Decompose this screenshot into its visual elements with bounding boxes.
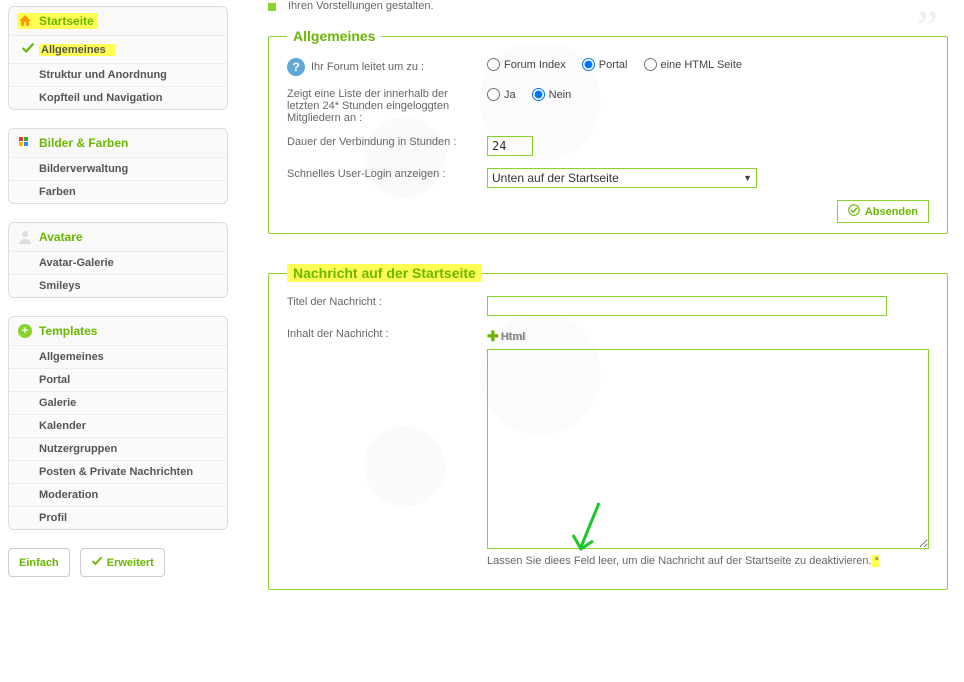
sidebar-section-title: Templates: [39, 324, 97, 338]
quicklogin-select[interactable]: Unten auf der Startseite ▼: [487, 168, 757, 188]
sidebar-item-label: Allgemeines: [39, 351, 104, 363]
panel-allgemeines: Allgemeines ? Ihr Forum leitet um zu : F…: [268, 28, 948, 234]
sidebar-section-title: Bilder & Farben: [39, 136, 128, 150]
sidebar-item-label: Moderation: [39, 489, 98, 501]
sidebar-item-tmpl-moderation[interactable]: Moderation: [9, 483, 227, 506]
sidebar-item-tmpl-posten[interactable]: Posten & Private Nachrichten: [9, 460, 227, 483]
simple-mode-button[interactable]: Einfach: [8, 548, 70, 577]
plus-icon: ✚: [487, 328, 499, 345]
sidebar-item-kopfteil[interactable]: Kopfteil und Navigation: [9, 86, 227, 109]
msg-content-textarea[interactable]: [487, 349, 929, 549]
sidebar-item-allgemeines[interactable]: Allgemeines: [9, 35, 227, 63]
sidebar-item-label: Galerie: [39, 397, 76, 409]
msg-title-input[interactable]: [487, 296, 887, 316]
palette-icon: [17, 135, 33, 151]
plus-circle-icon: +: [17, 323, 33, 339]
sidebar-item-label: Allgemeines: [39, 44, 116, 56]
submit-button[interactable]: Absenden: [837, 200, 929, 223]
msg-hint: Lassen Sie diees Feld leer, um die Nachr…: [487, 555, 879, 567]
sidebar-section-title: Startseite: [39, 14, 94, 28]
duration-label: Dauer der Verbindung in Stunden :: [287, 136, 487, 148]
mode-switch: Einfach Erweitert: [8, 548, 228, 577]
sidebar-head-templates: + Templates: [9, 317, 227, 345]
house-icon: [17, 13, 33, 29]
sidebar-head-avatare: Avatare: [9, 223, 227, 251]
sidebar-item-label: Profil: [39, 512, 67, 524]
avatar-icon: [17, 229, 33, 245]
sidebar-item-tmpl-nutzergruppen[interactable]: Nutzergruppen: [9, 437, 227, 460]
sidebar-item-farben[interactable]: Farben: [9, 180, 227, 203]
chevron-down-icon: ▼: [743, 173, 752, 183]
panel-nachricht: Nachricht auf der Startseite Titel der N…: [268, 264, 948, 590]
main-content: ” Ihren Vorstellungen gestalten. Allgeme…: [228, 0, 956, 620]
help-icon[interactable]: ?: [287, 58, 305, 76]
sidebar-item-label: Bilderverwaltung: [39, 163, 128, 175]
sidebar-section-bilder: Bilder & Farben Bilderverwaltung Farben: [8, 128, 228, 204]
duration-input[interactable]: [487, 136, 533, 156]
sidebar-item-tmpl-profil[interactable]: Profil: [9, 506, 227, 529]
panel-legend: Nachricht auf der Startseite: [287, 264, 482, 282]
sidebar-item-label: Kopfteil und Navigation: [39, 92, 162, 104]
sidebar-item-label: Portal: [39, 374, 70, 386]
msg-title-label: Titel der Nachricht :: [287, 296, 487, 308]
sidebar-item-avatar-galerie[interactable]: Avatar-Galerie: [9, 251, 227, 274]
redirect-option-html[interactable]: eine HTML Seite: [644, 58, 743, 71]
sidebar-section-avatare: Avatare Avatar-Galerie Smileys: [8, 222, 228, 298]
sidebar-item-struktur[interactable]: Struktur und Anordnung: [9, 63, 227, 86]
sidebar-head-bilder: Bilder & Farben: [9, 129, 227, 157]
panel-legend: Allgemeines: [287, 28, 381, 44]
sidebar-item-label: Farben: [39, 186, 76, 198]
advanced-mode-button[interactable]: Erweitert: [80, 548, 165, 577]
sidebar-item-label: Kalender: [39, 420, 86, 432]
sidebar-item-label: Smileys: [39, 280, 81, 292]
redirect-option-forum-index[interactable]: Forum Index: [487, 58, 566, 71]
sidebar-head-startseite: Startseite: [9, 7, 227, 35]
quicklogin-label: Schnelles User-Login anzeigen :: [287, 168, 487, 180]
check-circle-icon: [848, 204, 860, 219]
sidebar-item-label: Nutzergruppen: [39, 443, 117, 455]
sidebar-item-smileys[interactable]: Smileys: [9, 274, 227, 297]
intro-text: Ihren Vorstellungen gestalten.: [268, 0, 948, 12]
sidebar-item-tmpl-kalender[interactable]: Kalender: [9, 414, 227, 437]
list24-option-nein[interactable]: Nein: [532, 88, 572, 101]
sidebar-section-title: Avatare: [39, 230, 83, 244]
sidebar-item-tmpl-galerie[interactable]: Galerie: [9, 391, 227, 414]
list24-label: Zeigt eine Liste der innerhalb der letzt…: [287, 88, 487, 124]
list24-option-ja[interactable]: Ja: [487, 88, 516, 101]
msg-content-label: Inhalt der Nachricht :: [287, 328, 487, 340]
sidebar-item-label: Struktur und Anordnung: [39, 69, 167, 81]
sidebar-section-templates: + Templates Allgemeines Portal Galerie K…: [8, 316, 228, 530]
bullet-icon: [268, 3, 276, 11]
sidebar-item-bilderverwaltung[interactable]: Bilderverwaltung: [9, 157, 227, 180]
html-toggle[interactable]: ✚ Html: [487, 328, 525, 345]
sidebar-section-startseite: Startseite Allgemeines Struktur und Anor…: [8, 6, 228, 110]
sidebar-item-tmpl-portal[interactable]: Portal: [9, 368, 227, 391]
sidebar-item-tmpl-allgemeines[interactable]: Allgemeines: [9, 345, 227, 368]
sidebar: Startseite Allgemeines Struktur und Anor…: [8, 0, 228, 620]
redirect-option-portal[interactable]: Portal: [582, 58, 628, 71]
redirect-label: Ihr Forum leitet um zu :: [311, 61, 424, 73]
sidebar-item-label: Posten & Private Nachrichten: [39, 466, 193, 478]
check-icon: [91, 555, 103, 570]
check-icon: [21, 41, 35, 58]
sidebar-item-label: Avatar-Galerie: [39, 257, 114, 269]
